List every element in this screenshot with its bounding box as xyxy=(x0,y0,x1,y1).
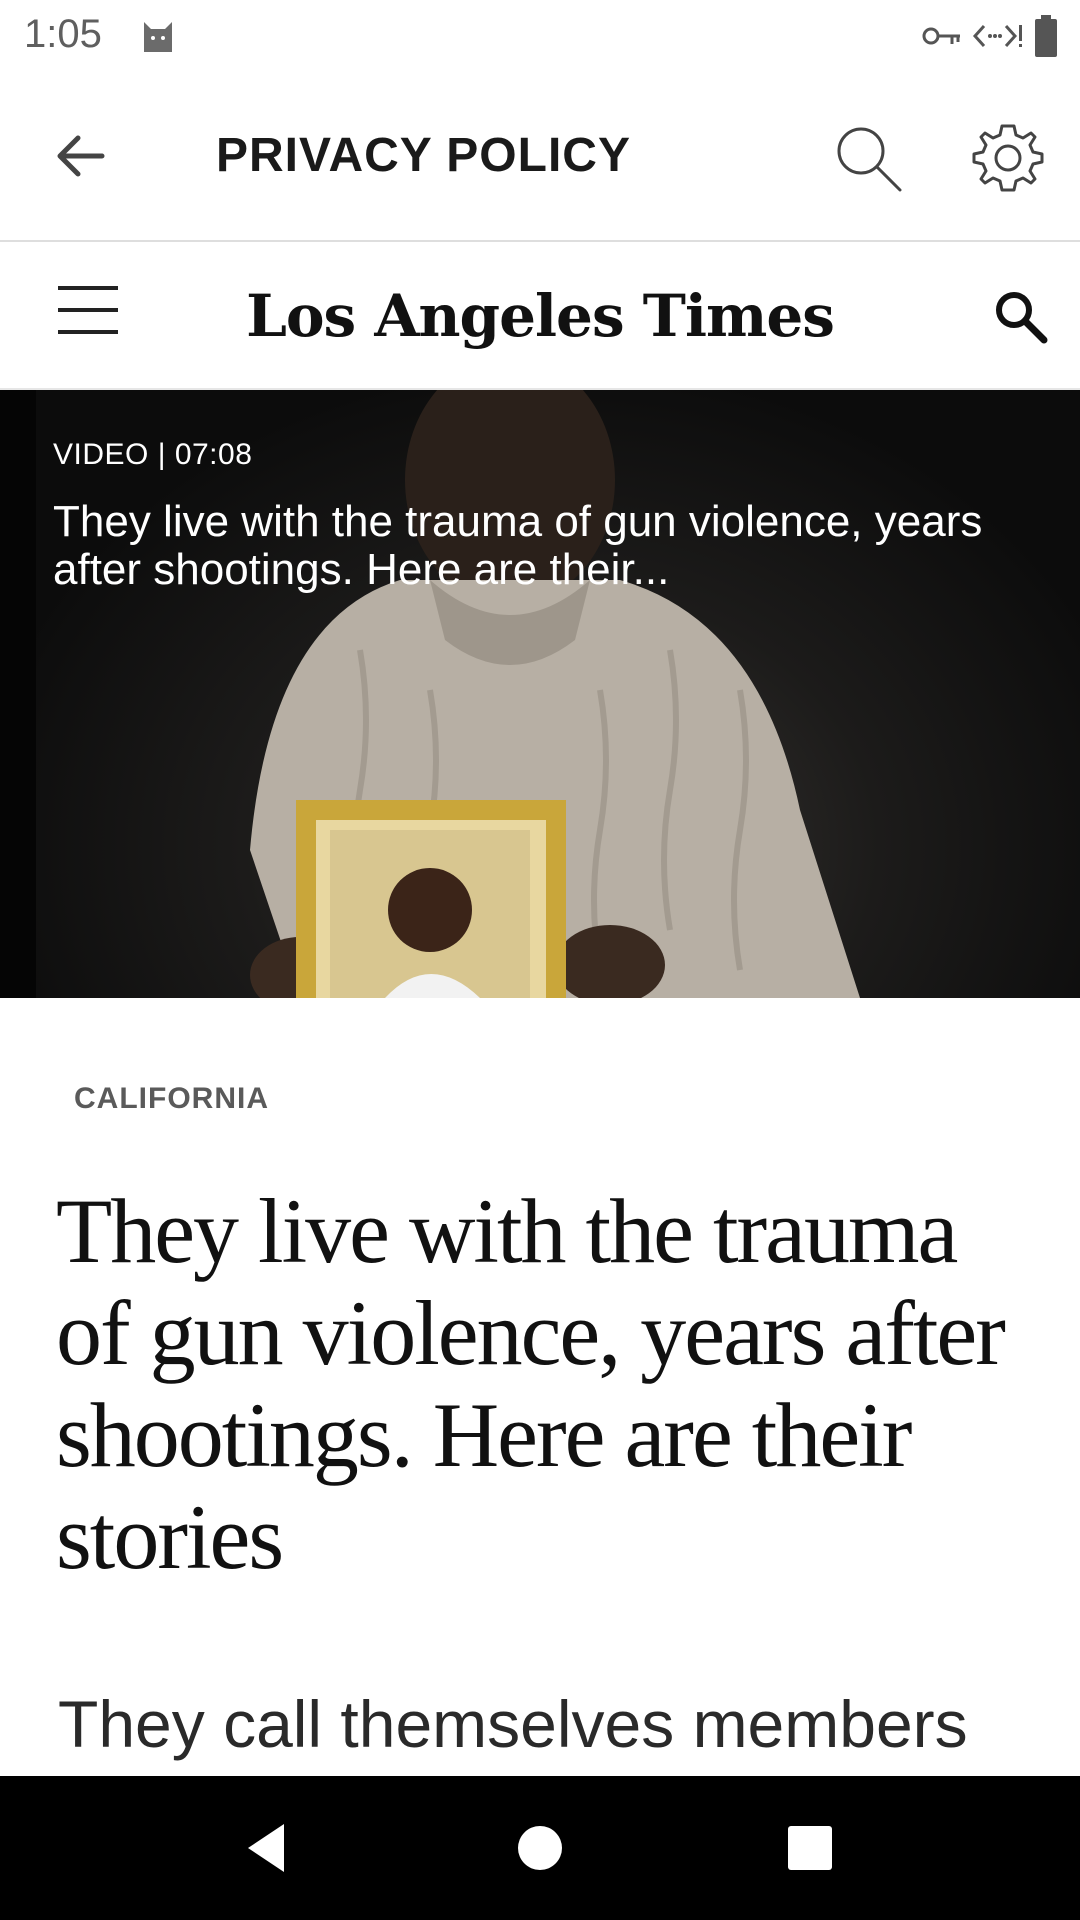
site-logo[interactable]: Los Angeles Times xyxy=(0,282,1080,350)
page-title: PRIVACY POLICY xyxy=(216,129,631,182)
status-icons xyxy=(922,14,1058,58)
nav-home-icon[interactable] xyxy=(516,1824,564,1872)
battery-icon xyxy=(1035,15,1057,57)
video-meta: VIDEO | 07:08 xyxy=(53,438,253,471)
search-icon[interactable] xyxy=(990,286,1050,346)
video-title[interactable]: They live with the trauma of gun violenc… xyxy=(53,498,1013,594)
hero-video[interactable]: VIDEO | 07:08 They live with the trauma … xyxy=(0,390,1080,998)
key-icon xyxy=(922,27,960,45)
search-icon[interactable] xyxy=(830,120,906,196)
article-lede: They call themselves members xyxy=(58,1687,968,1761)
nav-back-icon[interactable] xyxy=(240,1818,300,1878)
cat-icon xyxy=(144,22,172,52)
app-toolbar: PRIVACY POLICY xyxy=(0,72,1080,242)
system-nav-bar xyxy=(0,1776,1080,1920)
section-label[interactable]: CALIFORNIA xyxy=(74,1082,269,1116)
status-time: 1:05 xyxy=(24,12,102,56)
data-arrows-icon xyxy=(972,24,1022,48)
nav-recents-icon[interactable] xyxy=(786,1824,834,1872)
status-bar: 1:05 xyxy=(0,0,1080,72)
article-headline: They live with the trauma of gun violenc… xyxy=(56,1180,1006,1588)
back-arrow-icon[interactable] xyxy=(50,124,114,188)
hero-photo xyxy=(0,390,860,998)
site-header: Los Angeles Times xyxy=(0,242,1080,390)
settings-gear-icon[interactable] xyxy=(970,120,1046,196)
